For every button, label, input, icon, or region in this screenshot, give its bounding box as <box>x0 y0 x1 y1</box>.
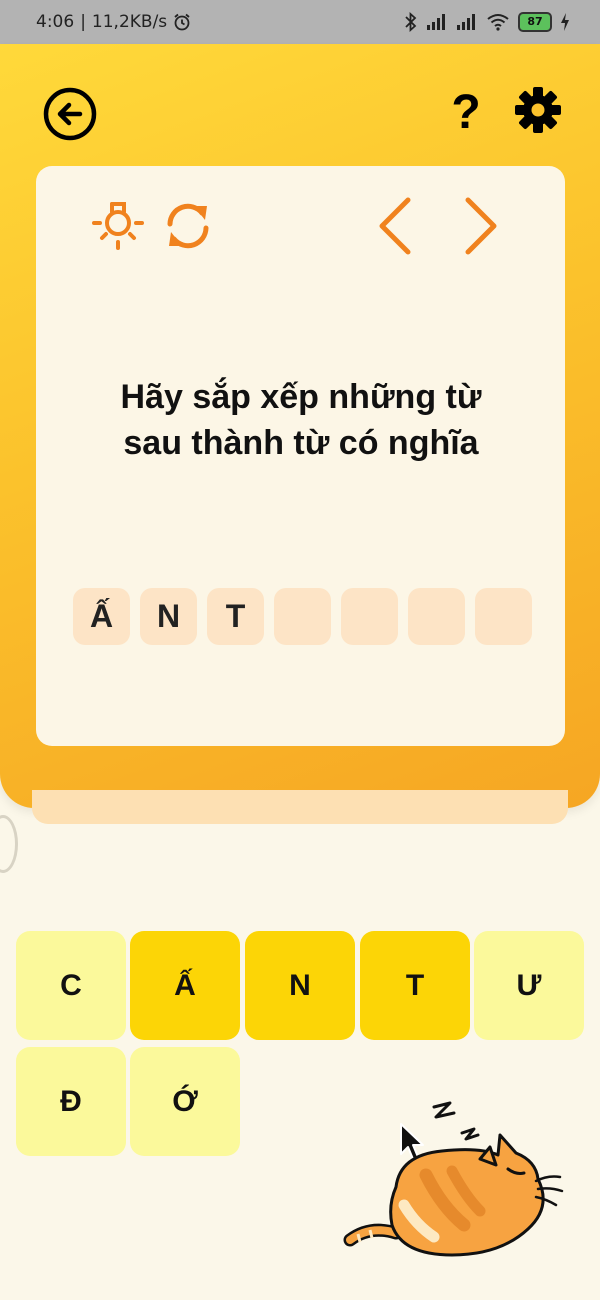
signal-icon <box>457 14 475 30</box>
letter-tile[interactable]: Ư <box>474 931 584 1040</box>
card-stack-shadow <box>32 790 568 824</box>
chevron-left-icon <box>379 197 411 255</box>
answer-slot[interactable] <box>408 588 465 645</box>
question-card: Hãy sắp xếp những từ sau thành từ có ngh… <box>36 166 565 746</box>
previous-button[interactable] <box>374 196 418 256</box>
next-button[interactable] <box>458 196 502 256</box>
signal-icon <box>427 14 445 30</box>
answer-slot[interactable]: N <box>140 588 197 645</box>
letter-tile[interactable]: Đ <box>16 1047 126 1156</box>
letter-tile[interactable]: Ớ <box>130 1047 240 1156</box>
arrow-left-circle-icon <box>43 87 97 141</box>
status-network-speed: 11,2KB/s <box>91 12 168 32</box>
charging-icon <box>561 13 569 31</box>
back-button[interactable] <box>42 86 98 142</box>
gear-icon <box>515 87 561 133</box>
question-text: Hãy sắp xếp những từ sau thành từ có ngh… <box>120 378 482 462</box>
answer-slot[interactable]: T <box>207 588 264 645</box>
chevron-right-icon <box>465 197 497 255</box>
wifi-icon <box>487 14 509 31</box>
sleeping-cat-illustration <box>343 1101 564 1257</box>
answer-slot[interactable] <box>274 588 331 645</box>
letter-tile[interactable]: C <box>16 931 126 1040</box>
answer-slots: Ấ N T <box>73 588 532 645</box>
status-time: 4:06 <box>36 12 75 32</box>
hint-button[interactable] <box>88 196 148 256</box>
help-button[interactable]: ? <box>446 84 486 140</box>
answer-slot[interactable] <box>341 588 398 645</box>
refresh-button[interactable] <box>160 196 216 256</box>
bluetooth-icon <box>405 12 417 32</box>
refresh-icon <box>167 203 209 249</box>
status-right: 87 <box>404 12 570 32</box>
settings-button[interactable] <box>512 84 564 136</box>
alarm-icon <box>174 13 190 31</box>
answer-slot[interactable] <box>475 588 532 645</box>
letter-tile[interactable]: T <box>360 931 470 1040</box>
answer-slot[interactable]: Ấ <box>73 588 130 645</box>
lightbulb-icon <box>92 202 144 250</box>
status-left: 4:06 | 11,2KB/s <box>36 12 191 32</box>
status-bar: 4:06 | 11,2KB/s 87 <box>0 0 600 44</box>
letter-tile[interactable]: Ấ <box>130 931 240 1040</box>
battery-indicator: 87 <box>518 12 552 32</box>
letter-tile[interactable]: N <box>245 931 355 1040</box>
edge-swipe-indicator <box>0 815 18 873</box>
